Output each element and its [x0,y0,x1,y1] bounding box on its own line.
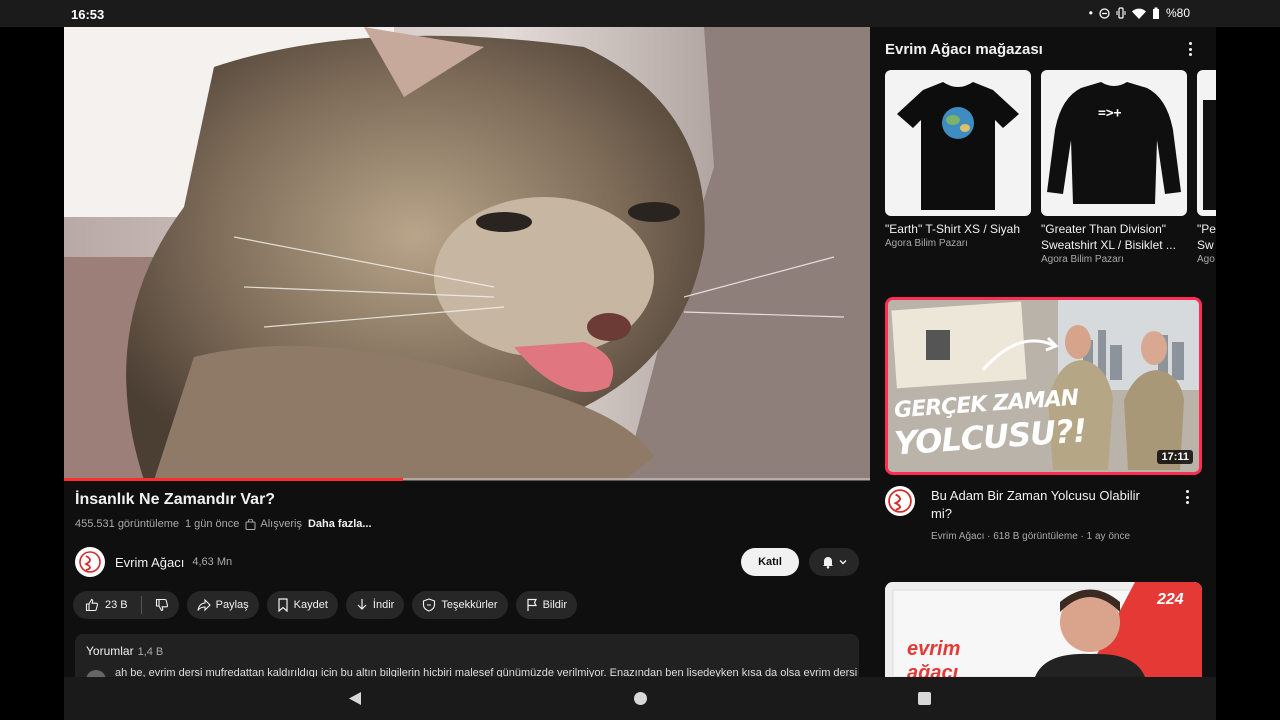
thumbs-down-icon [155,598,168,612]
store-menu-icon[interactable] [1182,41,1198,57]
subscriber-count: 4,63 Mn [192,556,233,568]
thanks-button[interactable]: Teşekkürler [412,591,508,619]
store-title: Evrim Ağacı mağazası [885,41,1043,58]
like-count: 23 B [105,599,128,611]
thumbnail-2-badge: 224 [1157,591,1184,608]
recommended-menu-icon[interactable] [1179,489,1195,505]
product-seller-1: Agora Bilim Pazarı [885,238,968,249]
save-label: Kaydet [293,599,328,611]
right-letterbox [1216,27,1280,720]
notifications-button[interactable] [809,548,859,576]
product-image-earth-tshirt[interactable] [885,70,1031,216]
recommended-channel-name: Evrim Ağacı [931,531,985,542]
share-label: Paylaş [215,599,249,611]
product-3-icon [1203,100,1216,210]
like-divider [140,596,142,614]
chevron-down-icon [839,560,846,565]
report-button[interactable]: Bildir [515,591,578,619]
product-title-greater-than-sweatshirt[interactable]: "Greater Than Division" Sweatshirt XL / … [1041,221,1191,253]
download-icon [357,599,367,610]
comments-count: 1,4 B [137,646,164,658]
save-button[interactable]: Kaydet [266,591,338,619]
thumbs-up-icon [85,598,99,612]
product-title-3[interactable]: "Pe Sw [1197,221,1216,253]
download-button[interactable]: İndir [345,591,405,619]
video-title[interactable]: İnsanlık Ne Zamandır Var? [75,491,275,509]
evrim-agaci-logo-icon [79,551,101,573]
video-duration: 17:11 [1157,450,1193,464]
recommended-video-title[interactable]: Bu Adam Bir Zaman Yolcusu Olabilir mi? [931,487,1151,523]
like-dislike-group: 23 B [73,591,179,619]
join-button[interactable]: Katıl [741,548,799,576]
more-link[interactable]: Daha fazla... [308,518,372,530]
action-bar: 23 B Paylaş Kaydet İndir Teşekkürler Bil… [73,591,578,619]
recommended-video-thumbnail[interactable]: GERÇEK ZAMAN YOLCUSU?! 17:11 [885,297,1202,475]
shopping-tag: Alışveriş [245,518,302,530]
video-meta[interactable]: 455.531 görüntüleme 1 gün önce Alışveriş… [75,518,372,530]
wifi-icon [1131,8,1146,19]
share-icon [197,598,211,612]
download-label: İndir [372,599,395,611]
share-button[interactable]: Paylaş [186,591,259,619]
recents-button[interactable] [918,692,931,705]
super-thanks-icon [423,598,436,612]
channel-row[interactable]: Evrim Ağacı 4,63 Mn [75,547,232,577]
product-seller-3: Ago [1197,254,1215,265]
product-seller-2: Agora Bilim Pazarı [1041,254,1124,265]
upload-age: 1 gün önce [184,518,240,530]
thanks-label: Teşekkürler [441,599,498,611]
vibrate-icon [1116,7,1126,19]
comments-panel[interactable]: Yorumlar 1,4 B ah be, evrim dersi mufreda… [75,634,859,677]
battery-icon [1152,7,1159,19]
sweatshirt-icon [1047,82,1181,204]
status-time: 16:53 [71,7,105,22]
report-label: Bildir [542,599,568,611]
video-player[interactable] [64,27,870,480]
recommended-video-thumbnail-2[interactable]: evrim ağacı 224 [885,582,1202,677]
battery-level: %80 [1165,6,1190,20]
recommended-age: 1 ay önce [1086,531,1131,542]
comments-header: Yorumlar 1,4 B [86,644,163,658]
video-frame-cat [64,27,870,480]
status-icons: • %80 [1089,6,1190,20]
dislike-button[interactable] [147,591,179,619]
evrim-agaci-logo-icon [888,489,912,513]
shopping-label: Alışveriş [260,518,302,530]
like-button[interactable]: 23 B [73,591,136,619]
view-count: 455.531 görüntüleme [75,518,179,530]
comments-label: Yorumlar [86,644,134,658]
thumbnail-bottom-accent [885,466,1202,475]
notification-dot-icon: • [1088,6,1093,20]
bookmark-icon [278,598,288,612]
recommended-channel-avatar[interactable] [885,486,915,516]
channel-avatar[interactable] [75,547,105,577]
bell-icon [822,557,833,569]
comment-preview: ah be, evrim dersi mufredattan kaldırıld… [115,667,858,677]
sweatshirt-print: =>+ [1098,106,1122,121]
back-icon[interactable] [348,691,362,706]
commenter-avatar [86,670,106,677]
tshirt-icon [897,82,1019,210]
shopping-bag-icon [245,518,256,530]
recommended-video-meta: Evrim Ağacı · 618 B görüntüleme · 1 ay ö… [931,531,1131,542]
home-button[interactable] [634,692,647,705]
channel-name[interactable]: Evrim Ağacı [115,555,184,570]
product-title-earth-tshirt[interactable]: "Earth" T-Shirt XS / Siyah [885,221,1035,237]
thumbnail-2-brand: evrim [907,638,961,660]
thumbnail-2-brand-line2: ağacı [907,662,959,677]
status-bar: 16:53 • %80 [0,0,1280,27]
left-letterbox [0,27,64,720]
product-image-3[interactable] [1197,70,1216,216]
product-image-greater-than-sweatshirt[interactable]: =>+ [1041,70,1187,216]
recommended-views: 618 B görüntüleme [993,531,1078,542]
flag-icon [526,598,537,611]
dnd-icon [1099,7,1110,19]
